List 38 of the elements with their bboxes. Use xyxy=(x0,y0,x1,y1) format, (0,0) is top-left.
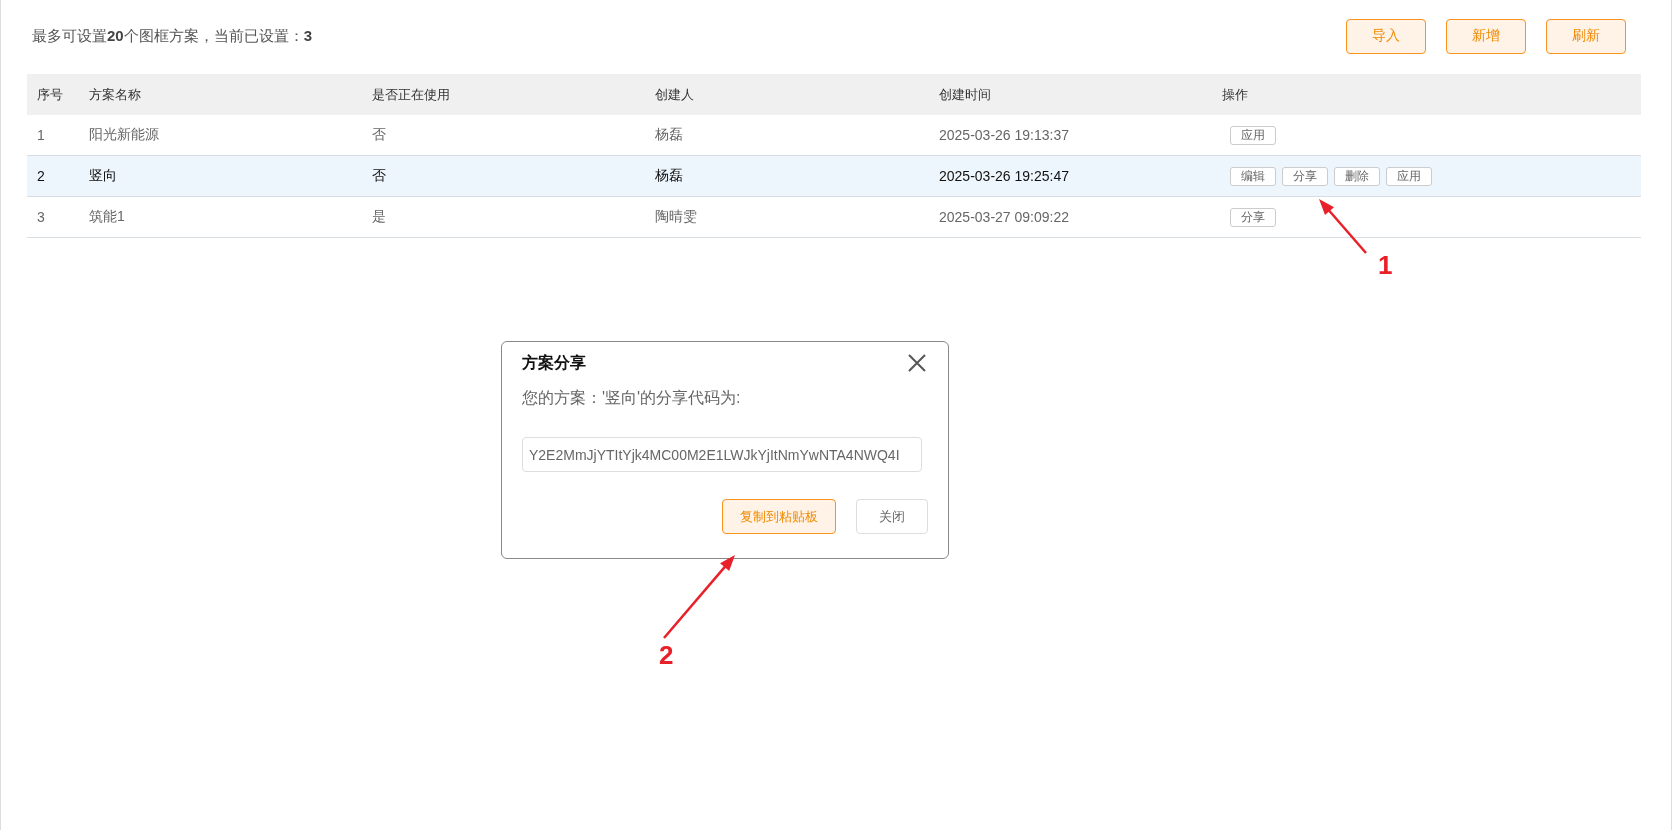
column-header: 操作 xyxy=(1222,85,1249,104)
cancel-button[interactable]: 关闭 xyxy=(856,499,928,534)
table-cell-text: 2025-03-27 09:09:22 xyxy=(939,209,1070,225)
table-cell-text: 陶晴雯 xyxy=(655,208,698,226)
table-row[interactable]: 2 竖向 否 杨磊 2025-03-26 19:25:47 编辑 分享 删除 应用 xyxy=(27,156,1641,197)
column-header: 创建时间 xyxy=(939,85,992,104)
table-cell-text: 2025-03-26 19:13:37 xyxy=(939,127,1070,143)
column-header: 序号 xyxy=(37,85,64,104)
table-cell-text: 否 xyxy=(372,126,387,144)
column-header: 创建人 xyxy=(655,85,695,104)
dialog-message: 您的方案：'竖向'的分享代码为: xyxy=(522,388,742,408)
table-cell-text: 筑能1 xyxy=(89,208,126,226)
table-cell-text: 是 xyxy=(372,208,387,226)
step-number: 2 xyxy=(659,640,674,671)
table-cell-text: 杨磊 xyxy=(655,126,684,144)
share-code-field[interactable]: Y2E2MmJjYTItYjk4MC00M2E1LWJkYjItNmYwNTA4NWQ4I xyxy=(522,437,922,472)
table-cell-text: 1 xyxy=(37,127,46,143)
step-number: 1 xyxy=(1378,250,1393,281)
row-action-button[interactable]: 分享 xyxy=(1282,166,1328,186)
row-action-button[interactable]: 应用 xyxy=(1386,166,1432,186)
table-cell-text: 杨磊 xyxy=(655,167,684,185)
table-cell-text: 否 xyxy=(372,167,387,185)
close-button[interactable] xyxy=(906,352,928,374)
close-icon xyxy=(906,352,928,374)
column-header: 是否正在使用 xyxy=(372,85,451,104)
table-cell-text: 3 xyxy=(37,209,46,225)
dialog-title: 方案分享 xyxy=(522,352,586,373)
column-header: 方案名称 xyxy=(89,85,142,104)
table-cell-text: 阳光新能源 xyxy=(89,126,160,144)
table-cell-text: 2 xyxy=(37,168,46,184)
row-action-button[interactable]: 应用 xyxy=(1230,125,1276,145)
row-action-button[interactable]: 编辑 xyxy=(1230,166,1276,186)
row-action-button[interactable]: 删除 xyxy=(1334,166,1380,186)
table-cell-text: 2025-03-26 19:25:47 xyxy=(939,168,1070,184)
arrow xyxy=(1319,199,1367,254)
table-cell-text: 竖向 xyxy=(89,167,118,185)
plan-count-text: 最多可设置20个图框方案，当前已设置：3 xyxy=(31,26,313,46)
row-action-button[interactable]: 分享 xyxy=(1230,207,1276,227)
